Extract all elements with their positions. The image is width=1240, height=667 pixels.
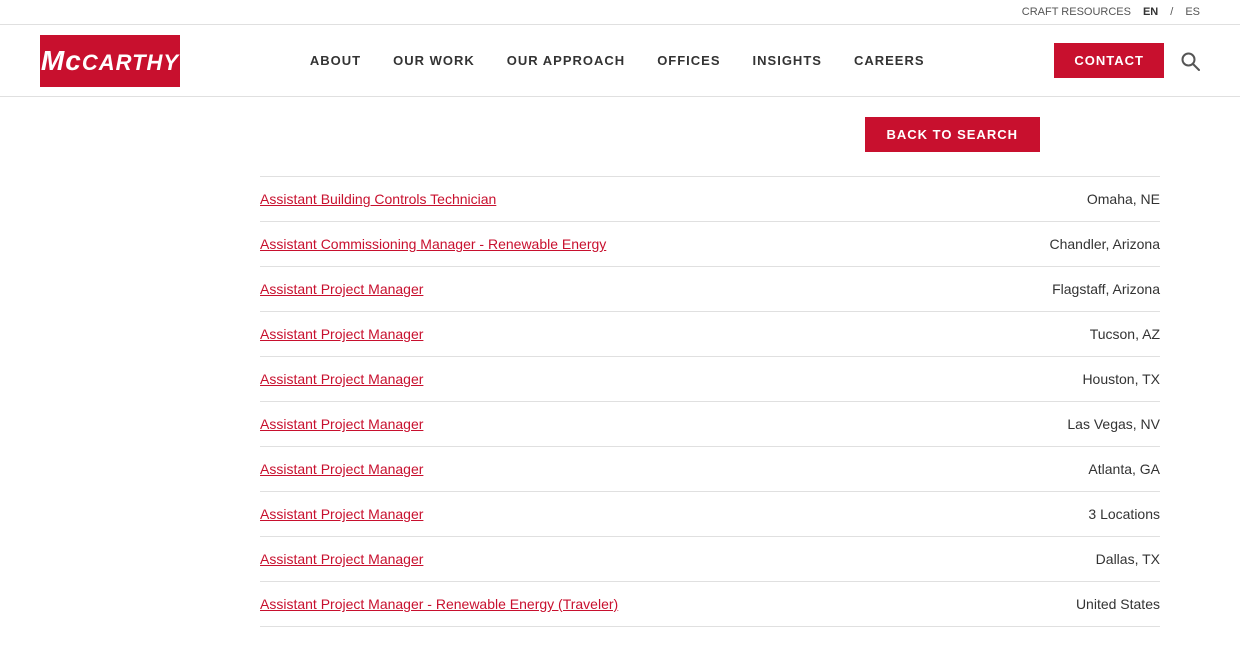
job-title-link[interactable]: Assistant Commissioning Manager - Renewa… [260, 236, 606, 252]
search-icon[interactable] [1180, 51, 1200, 71]
job-title-link[interactable]: Assistant Project Manager [260, 506, 423, 522]
nav-our-work[interactable]: OUR WORK [393, 53, 475, 68]
job-row: Assistant Commissioning Manager - Renewa… [260, 222, 1160, 267]
nav-insights[interactable]: INSIGHTS [753, 53, 822, 68]
nav-our-approach[interactable]: OUR APPROACH [507, 53, 625, 68]
job-location: Dallas, TX [1000, 551, 1160, 567]
content-area: BACK TO SEARCH Assistant Building Contro… [0, 97, 1240, 667]
job-row: Assistant Building Controls Technician Om… [260, 176, 1160, 222]
job-location: 3 Locations [1000, 506, 1160, 522]
job-row: Assistant Project Manager Las Vegas, NV [260, 402, 1160, 447]
lang-en[interactable]: EN [1143, 6, 1158, 18]
logo-box[interactable]: McCARTHY [40, 35, 180, 87]
job-location: Flagstaff, Arizona [1000, 281, 1160, 297]
job-title-link[interactable]: Assistant Project Manager [260, 551, 423, 567]
nav-right: CONTACT [1054, 43, 1200, 78]
job-title-link[interactable]: Assistant Project Manager [260, 326, 423, 342]
job-row: Assistant Project Manager Houston, TX [260, 357, 1160, 402]
main-nav: McCARTHY ABOUT OUR WORK OUR APPROACH OFF… [0, 25, 1240, 97]
job-title-link[interactable]: Assistant Project Manager [260, 416, 423, 432]
job-location: Houston, TX [1000, 371, 1160, 387]
logo-container: McCARTHY [40, 35, 180, 87]
nav-about[interactable]: ABOUT [310, 53, 361, 68]
job-location: United States [1000, 596, 1160, 612]
job-title-link[interactable]: Assistant Project Manager [260, 371, 423, 387]
job-title-link[interactable]: Assistant Project Manager - Renewable En… [260, 596, 618, 612]
back-to-search-button[interactable]: BACK TO SEARCH [865, 117, 1041, 152]
job-row: Assistant Project Manager Flagstaff, Ariz… [260, 267, 1160, 312]
lang-es-link[interactable]: ES [1185, 6, 1200, 18]
nav-careers[interactable]: CAREERS [854, 53, 925, 68]
job-title-link[interactable]: Assistant Project Manager [260, 281, 423, 297]
logo-text: McCARTHY [41, 45, 179, 77]
job-location: Omaha, NE [1000, 191, 1160, 207]
job-row: Assistant Project Manager - Renewable En… [260, 582, 1160, 627]
nav-offices[interactable]: OFFICES [657, 53, 720, 68]
back-btn-wrap: BACK TO SEARCH [40, 117, 1200, 152]
job-row: Assistant Project Manager 3 Locations [260, 492, 1160, 537]
job-location: Atlanta, GA [1000, 461, 1160, 477]
job-row: Assistant Project Manager Dallas, TX [260, 537, 1160, 582]
utility-bar: CRAFT RESOURCES EN / ES [0, 0, 1240, 25]
job-location: Chandler, Arizona [1000, 236, 1160, 252]
job-title-link[interactable]: Assistant Project Manager [260, 461, 423, 477]
nav-links: ABOUT OUR WORK OUR APPROACH OFFICES INSI… [310, 53, 925, 68]
job-location: Las Vegas, NV [1000, 416, 1160, 432]
job-list: Assistant Building Controls Technician Om… [260, 176, 1160, 627]
craft-resources-link[interactable]: CRAFT RESOURCES [1022, 6, 1131, 18]
lang-separator: / [1170, 6, 1173, 18]
job-row: Assistant Project Manager Atlanta, GA [260, 447, 1160, 492]
job-row: Assistant Project Manager Tucson, AZ [260, 312, 1160, 357]
job-location: Tucson, AZ [1000, 326, 1160, 342]
contact-button[interactable]: CONTACT [1054, 43, 1164, 78]
job-title-link[interactable]: Assistant Building Controls Technician [260, 191, 496, 207]
